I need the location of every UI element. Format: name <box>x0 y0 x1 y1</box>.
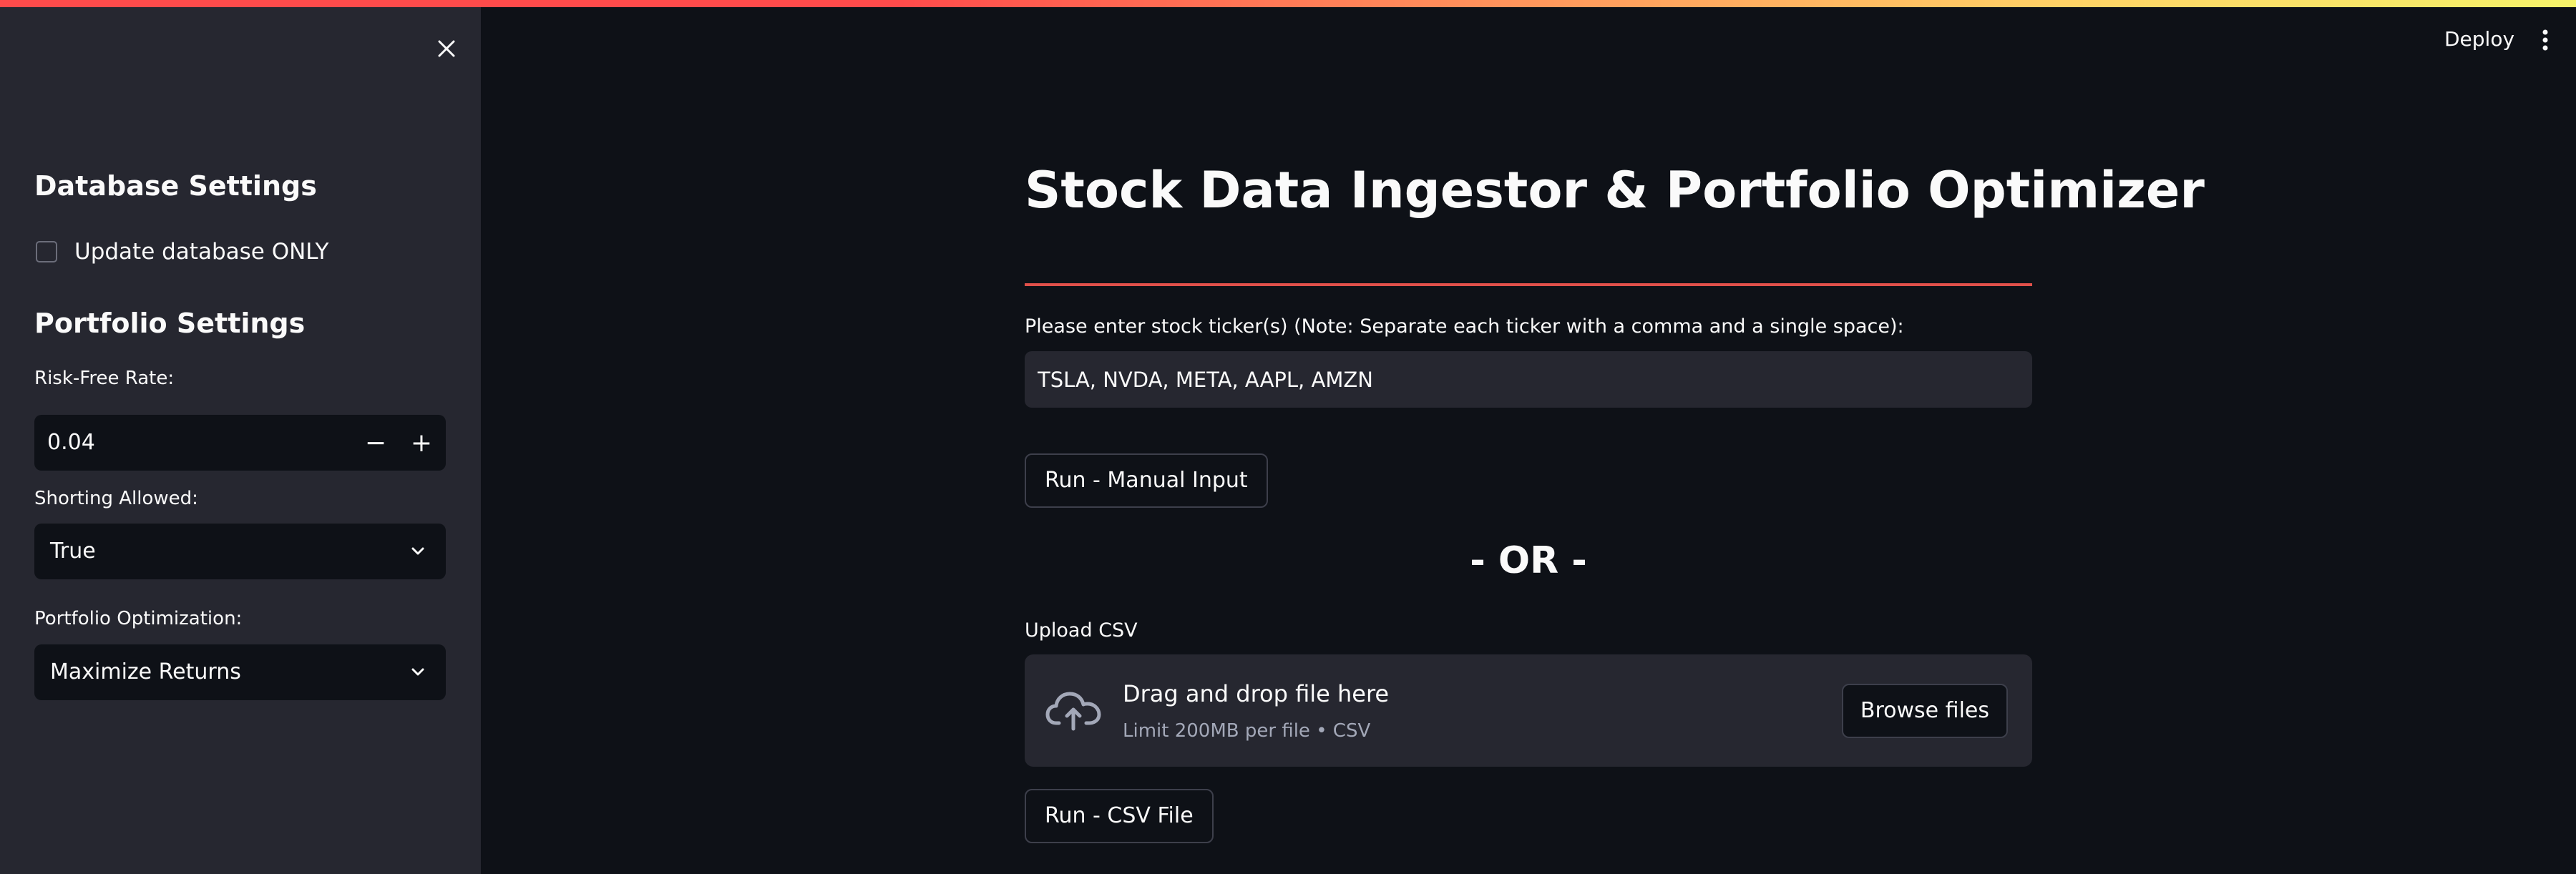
close-icon <box>438 40 455 57</box>
sidebar: Database Settings Update database ONLY P… <box>0 7 481 874</box>
risk-free-rate-label: Risk-Free Rate: <box>34 368 175 389</box>
risk-free-rate-input[interactable]: 0.04 − + <box>34 415 446 471</box>
ticker-input[interactable] <box>1025 351 2032 408</box>
run-manual-input-button[interactable]: Run - Manual Input <box>1025 453 1268 508</box>
close-sidebar-button[interactable] <box>434 36 459 62</box>
checkbox-box[interactable] <box>36 241 57 262</box>
kebab-menu-icon <box>2542 29 2548 51</box>
update-database-label: Update database ONLY <box>74 239 329 265</box>
dropzone-limit-text: Limit 200MB per file • CSV <box>1123 720 1371 742</box>
shorting-allowed-label: Shorting Allowed: <box>34 488 198 509</box>
update-database-checkbox[interactable]: Update database ONLY <box>36 237 328 266</box>
database-settings-heading: Database Settings <box>34 170 317 202</box>
portfolio-optimization-value: Maximize Returns <box>50 659 241 684</box>
deploy-button[interactable]: Deploy <box>2433 21 2526 57</box>
shorting-allowed-value: True <box>50 539 96 564</box>
title-divider <box>1025 283 2032 286</box>
file-dropzone[interactable]: Drag and drop file here Limit 200MB per … <box>1025 654 2032 767</box>
dropzone-title: Drag and drop file here <box>1123 680 1390 707</box>
chevron-down-icon <box>411 547 424 555</box>
portfolio-optimization-select[interactable]: Maximize Returns <box>34 644 446 700</box>
page-title: Stock Data Ingestor & Portfolio Optimize… <box>1025 161 2205 220</box>
portfolio-optimization-label: Portfolio Optimization: <box>34 608 243 629</box>
shorting-allowed-select[interactable]: True <box>34 524 446 579</box>
increment-button[interactable]: + <box>399 415 444 471</box>
top-decoration-bar <box>0 0 2576 7</box>
or-divider: - OR - <box>1470 539 1587 582</box>
decrement-button[interactable]: − <box>353 415 398 471</box>
upload-csv-label: Upload CSV <box>1025 619 1138 642</box>
run-csv-file-button[interactable]: Run - CSV File <box>1025 789 1214 843</box>
portfolio-settings-heading: Portfolio Settings <box>34 308 306 339</box>
risk-free-rate-value[interactable]: 0.04 <box>47 415 95 471</box>
cloud-upload-icon <box>1045 692 1101 731</box>
browse-files-button[interactable]: Browse files <box>1841 684 2008 738</box>
ticker-input-label: Please enter stock ticker(s) (Note: Sepa… <box>1025 315 1904 338</box>
chevron-down-icon <box>411 668 424 676</box>
main-menu-button[interactable] <box>2533 26 2557 54</box>
